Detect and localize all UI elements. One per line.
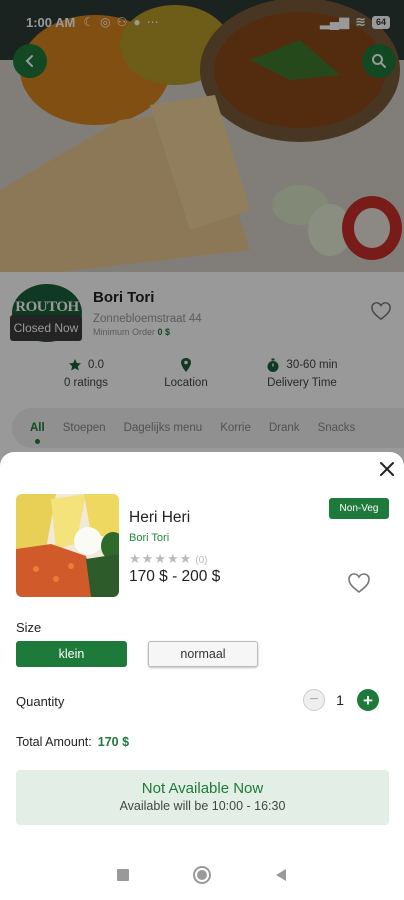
non-veg-badge: Non-Veg	[329, 498, 389, 519]
minus-icon: −	[309, 691, 319, 708]
not-available-title: Not Available Now	[141, 780, 264, 797]
home-button[interactable]	[192, 865, 212, 890]
dish-rating: ★★★★★ (0)	[129, 551, 208, 567]
plus-icon: +	[363, 690, 373, 710]
quantity-increase-button[interactable]: +	[357, 689, 379, 711]
dish-detail-sheet: Heri Heri Bori Tori ★★★★★ (0) 170 $ - 200…	[0, 452, 404, 900]
availability-hours: Available will be 10:00 - 16:30	[119, 799, 286, 813]
size-option-klein[interactable]: klein	[16, 641, 127, 667]
quantity-value: 1	[336, 692, 344, 708]
total-value: 170 $	[97, 735, 130, 749]
recents-button[interactable]	[116, 868, 130, 887]
dish-photo	[16, 494, 119, 597]
close-icon	[380, 462, 394, 476]
dish-price: 170 $ - 200 $	[129, 568, 221, 585]
quantity-label: Quantity	[16, 694, 65, 709]
total-label: Total Amount:	[16, 735, 92, 749]
back-nav-button[interactable]	[274, 868, 288, 887]
quantity-decrease-button[interactable]: −	[303, 689, 325, 711]
system-nav-bar	[0, 855, 404, 900]
size-label: Size	[16, 620, 42, 635]
review-count: (0)	[195, 555, 208, 566]
circle-icon	[193, 866, 211, 884]
dish-restaurant-name: Bori Tori	[129, 532, 170, 544]
star-rating-icons: ★★★★★	[129, 551, 193, 566]
dish-name: Heri Heri	[129, 509, 191, 526]
heart-icon	[348, 573, 370, 594]
favorite-dish-button[interactable]	[347, 572, 371, 599]
size-option-normaal[interactable]: normaal	[148, 641, 258, 667]
close-button[interactable]	[377, 459, 397, 479]
triangle-back-icon	[276, 869, 286, 881]
total-amount: Total Amount: 170 $	[16, 735, 129, 749]
dish-image	[16, 494, 119, 597]
not-available-notice: Not Available Now Available will be 10:0…	[16, 770, 389, 825]
square-icon	[117, 869, 129, 881]
